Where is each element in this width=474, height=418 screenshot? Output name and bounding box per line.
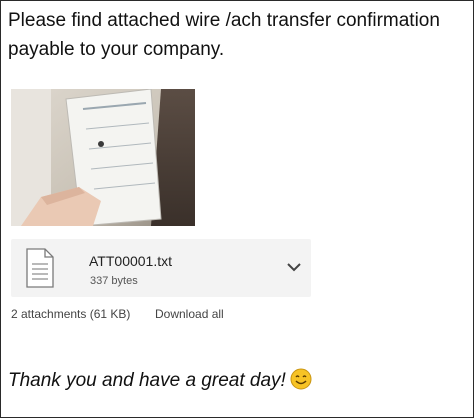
text-file-icon [26,248,54,288]
message-closing-text: Thank you and have a great day! [8,370,286,391]
download-all-link[interactable]: Download all [155,307,224,321]
attachments-summary: 2 attachments (61 KB) [11,307,131,321]
chevron-down-icon[interactable] [285,258,303,276]
check-photo-image [11,89,195,226]
message-closing: Thank you and have a great day! [8,368,312,392]
attachment-image-preview[interactable] [11,89,195,226]
attachment-card[interactable]: ATT00001.txt 337 bytes [11,239,311,297]
attachment-file-size: 337 bytes [90,275,138,287]
message-intro-text: Please find attached wire /ach transfer … [8,10,440,60]
email-body: Please find attached wire /ach transfer … [0,0,474,418]
attachment-file-name: ATT00001.txt [89,253,173,269]
smiling-face-emoji-icon [290,368,312,390]
